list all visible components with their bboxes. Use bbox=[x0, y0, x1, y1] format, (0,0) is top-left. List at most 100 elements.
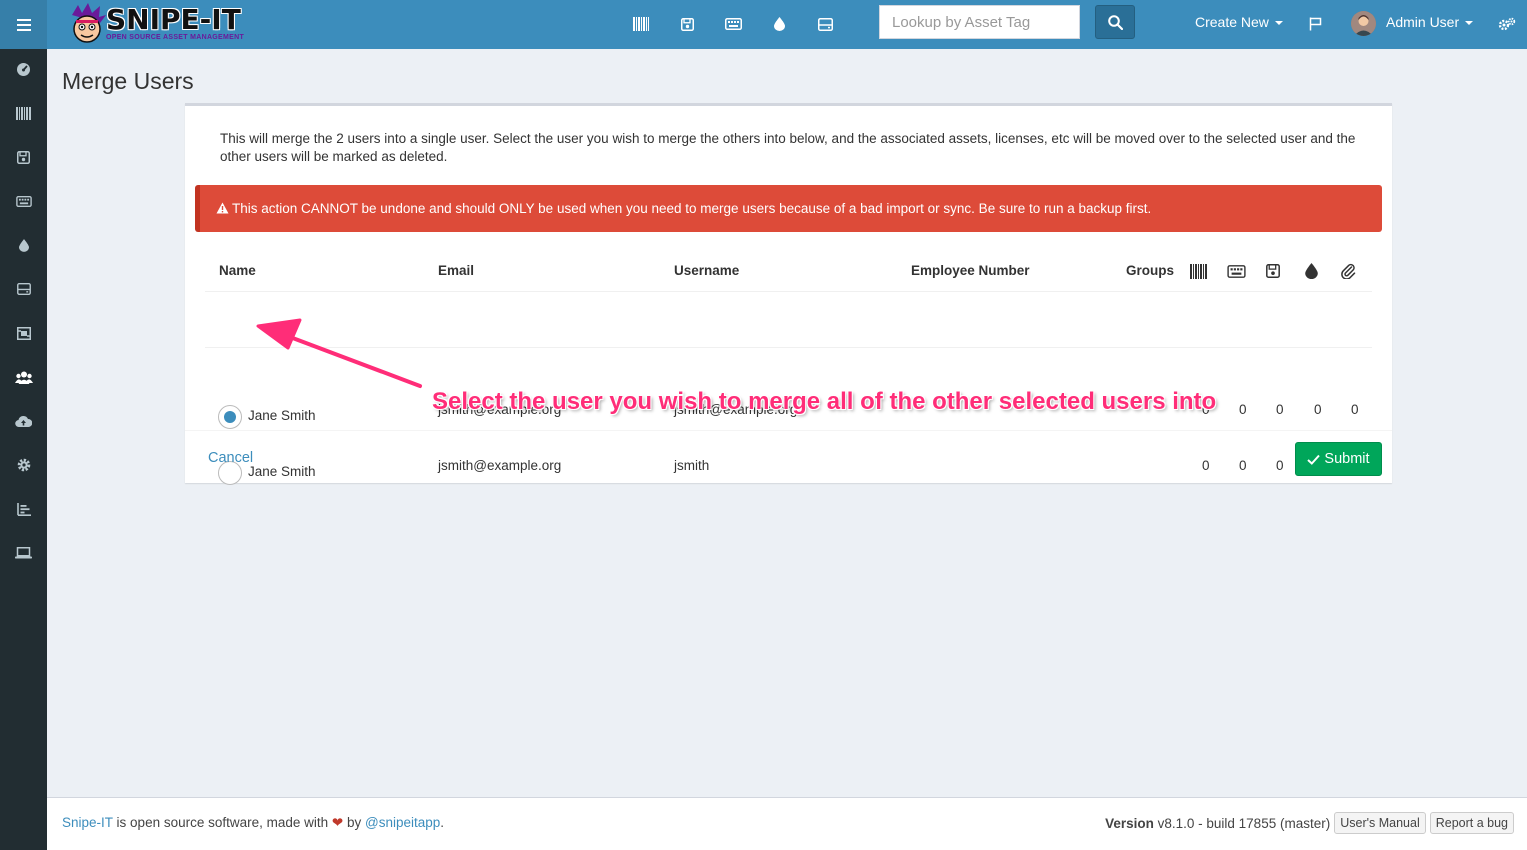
column-header-accessories[interactable] bbox=[1226, 261, 1246, 281]
hamburger-icon bbox=[16, 18, 31, 31]
keyboard-icon bbox=[1226, 264, 1246, 278]
column-header-consumables[interactable] bbox=[1301, 261, 1321, 281]
caret-down-icon bbox=[1465, 21, 1474, 26]
brand-logo[interactable]: SNIPE-IT OPEN SOURCE ASSET MANAGEMENT bbox=[66, 3, 246, 45]
create-new-dropdown[interactable]: Create New bbox=[1195, 14, 1283, 30]
merge-intro-text: This will merge the 2 users into a singl… bbox=[220, 131, 1356, 164]
footer-period: . bbox=[440, 815, 445, 830]
column-header-assets[interactable] bbox=[1189, 261, 1209, 281]
user-menu-dropdown[interactable]: Admin User bbox=[1386, 14, 1474, 30]
kit-icon bbox=[16, 326, 31, 340]
merge-users-panel: This will merge the 2 users into a singl… bbox=[185, 103, 1392, 485]
sidebar-item-accessories[interactable] bbox=[0, 179, 47, 223]
column-header-uploads[interactable] bbox=[1338, 261, 1358, 281]
column-header-licenses[interactable] bbox=[1263, 261, 1283, 281]
sidebar-item-kits[interactable] bbox=[0, 311, 47, 355]
brand-tagline: OPEN SOURCE ASSET MANAGEMENT bbox=[106, 34, 245, 41]
users-manual-button[interactable]: User's Manual bbox=[1334, 812, 1426, 834]
keyboard-icon bbox=[15, 195, 32, 207]
footer-version-area: Version v8.1.0 - build 17855 (master) Us… bbox=[1105, 812, 1514, 834]
sidebar-item-import[interactable] bbox=[0, 399, 47, 443]
sidebar-item-licenses[interactable] bbox=[0, 135, 47, 179]
sidebar-item-components[interactable] bbox=[0, 267, 47, 311]
product-link[interactable]: Snipe-IT bbox=[62, 815, 113, 830]
admin-settings-button[interactable] bbox=[1496, 13, 1518, 35]
column-header-employee-number[interactable]: Employee Number bbox=[911, 263, 1030, 278]
version-text: v8.1.0 - build 17855 (master) bbox=[1157, 815, 1331, 831]
assets-count-cell: 0 bbox=[1202, 458, 1210, 473]
page-title: Merge Users bbox=[62, 68, 194, 94]
annotation-caption: Select the user you wish to merge all of… bbox=[432, 388, 1217, 415]
avatar[interactable] bbox=[1351, 11, 1376, 36]
submit-button-label: Submit bbox=[1324, 451, 1370, 467]
nav-components-button[interactable] bbox=[814, 13, 836, 35]
chart-icon bbox=[16, 502, 31, 516]
sidebar-item-consumables[interactable] bbox=[0, 223, 47, 267]
user-username-cell: jsmith bbox=[674, 458, 710, 473]
laptop-icon bbox=[15, 547, 32, 559]
mascot-logo-icon bbox=[72, 3, 106, 43]
top-navbar: SNIPE-IT OPEN SOURCE ASSET MANAGEMENT Cr… bbox=[0, 0, 1527, 49]
footer-made-with-text: is open source software, made with bbox=[116, 815, 329, 830]
gear-icon bbox=[17, 458, 30, 472]
licenses-count-cell: 0 bbox=[1276, 402, 1284, 417]
barcode-icon bbox=[633, 17, 649, 31]
barcode-icon bbox=[16, 106, 31, 120]
nav-licenses-button[interactable] bbox=[676, 13, 698, 35]
column-header-email[interactable]: Email bbox=[438, 263, 474, 278]
hdd-icon bbox=[817, 17, 833, 31]
nav-accessories-button[interactable] bbox=[722, 13, 744, 35]
accessories-count-cell: 0 bbox=[1239, 402, 1247, 417]
sidebar-item-assets[interactable] bbox=[0, 91, 47, 135]
panel-footer-divider bbox=[185, 430, 1392, 431]
licenses-count-cell: 0 bbox=[1276, 458, 1284, 473]
accessories-count-cell: 0 bbox=[1239, 458, 1247, 473]
sidebar-item-requestable[interactable] bbox=[0, 531, 47, 575]
checkmark-icon bbox=[1307, 454, 1321, 465]
sidebar-item-settings[interactable] bbox=[0, 443, 47, 487]
brand-name: SNIPE-IT bbox=[106, 3, 241, 36]
drop-icon bbox=[1304, 263, 1318, 279]
create-new-label: Create New bbox=[1195, 14, 1269, 30]
column-header-name[interactable]: Name bbox=[219, 263, 256, 278]
cloud-upload-icon bbox=[15, 415, 32, 427]
sidebar-item-dashboard[interactable] bbox=[0, 47, 47, 91]
twitter-handle-link[interactable]: @snipeitapp bbox=[365, 815, 440, 830]
consumables-count-cell: 0 bbox=[1314, 402, 1322, 417]
sidebar bbox=[0, 49, 47, 850]
submit-button[interactable]: Submit bbox=[1295, 442, 1382, 476]
footer-by-text: by bbox=[347, 815, 362, 830]
drop-icon bbox=[18, 238, 29, 252]
dashboard-icon bbox=[17, 62, 30, 76]
sidebar-toggle-button[interactable] bbox=[0, 0, 47, 49]
danger-alert: This action CANNOT be undone and should … bbox=[195, 185, 1382, 232]
merge-target-radio-selected[interactable] bbox=[218, 405, 242, 429]
floppy-disk-icon bbox=[17, 150, 30, 164]
cancel-link[interactable]: Cancel bbox=[208, 450, 253, 466]
asset-tag-search-input[interactable] bbox=[879, 5, 1080, 39]
footer-credits: Snipe-IT is open source software, made w… bbox=[62, 815, 444, 831]
user-avatar-icon bbox=[1351, 11, 1376, 36]
warning-icon bbox=[216, 202, 229, 214]
uploads-count-cell: 0 bbox=[1351, 402, 1359, 417]
table-row-divider bbox=[205, 347, 1372, 348]
sidebar-item-users[interactable] bbox=[0, 355, 47, 399]
search-button[interactable] bbox=[1095, 5, 1135, 39]
search-icon bbox=[1107, 14, 1123, 30]
column-header-groups[interactable]: Groups bbox=[1126, 263, 1174, 278]
column-header-username[interactable]: Username bbox=[674, 263, 739, 278]
user-name-cell: Jane Smith bbox=[248, 408, 316, 423]
nav-assets-button[interactable] bbox=[630, 13, 652, 35]
alerts-button[interactable] bbox=[1304, 13, 1326, 35]
nav-consumables-button[interactable] bbox=[768, 13, 790, 35]
floppy-disk-icon bbox=[1266, 264, 1280, 278]
danger-alert-text: This action CANNOT be undone and should … bbox=[232, 201, 1152, 216]
paperclip-icon bbox=[1340, 263, 1355, 279]
cogs-icon bbox=[1498, 17, 1516, 30]
caret-down-icon bbox=[1274, 21, 1283, 26]
barcode-icon bbox=[1190, 263, 1207, 279]
sidebar-item-reports[interactable] bbox=[0, 487, 47, 531]
report-bug-button[interactable]: Report a bug bbox=[1429, 812, 1514, 834]
flag-icon bbox=[1309, 17, 1321, 31]
floppy-disk-icon bbox=[680, 17, 694, 31]
